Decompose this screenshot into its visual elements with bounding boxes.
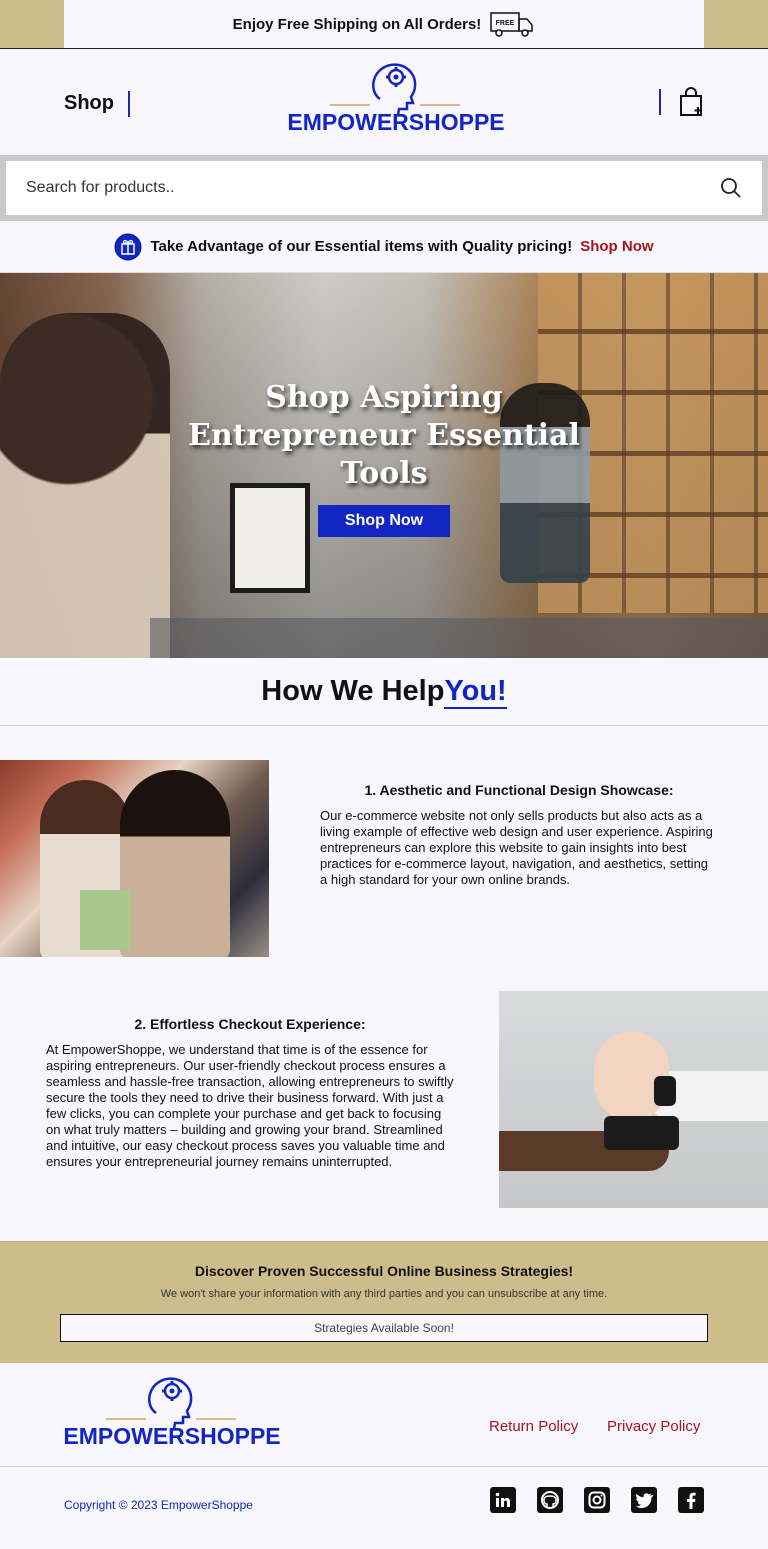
feature-2-card-terminal bbox=[604, 1116, 679, 1150]
how-we-help-title: How We HelpYou! bbox=[261, 675, 507, 709]
cart-divider bbox=[659, 89, 661, 115]
promo-shop-now-link[interactable]: Shop Now bbox=[580, 238, 653, 255]
instagram-icon[interactable] bbox=[584, 1487, 610, 1513]
head-gear-icon bbox=[372, 63, 417, 116]
search-input[interactable] bbox=[26, 179, 720, 197]
search-bar bbox=[0, 155, 768, 221]
search-icon[interactable] bbox=[720, 177, 742, 199]
newsletter-section: Discover Proven Successful Online Busine… bbox=[0, 1241, 768, 1363]
gift-icon bbox=[114, 233, 142, 260]
shop-nav-link[interactable]: Shop bbox=[64, 92, 114, 115]
feature-1-shopping-bag bbox=[80, 890, 130, 950]
hero-shop-now-button[interactable]: Shop Now bbox=[317, 505, 451, 537]
copyright-bar: Copyright © 2023 EmpowerShoppe bbox=[0, 1468, 768, 1549]
feature-1-image bbox=[0, 760, 269, 957]
how-we-help-title-accent: You! bbox=[444, 675, 507, 709]
return-policy-link[interactable]: Return Policy bbox=[489, 1418, 578, 1435]
site-footer: EMPOWERSHOPPE Return Policy Privacy Poli… bbox=[0, 1363, 768, 1467]
promo-text: Take Advantage of our Essential items wi… bbox=[150, 238, 573, 255]
announcement-inner: Enjoy Free Shipping on All Orders! FREE bbox=[64, 0, 704, 48]
feature-1-text: 1. Aesthetic and Functional Design Showc… bbox=[320, 782, 718, 888]
newsletter-subtitle: We won't share your information with any… bbox=[160, 1288, 608, 1300]
github-icon[interactable] bbox=[537, 1487, 563, 1513]
free-shipping-truck-icon: FREE bbox=[490, 12, 534, 37]
feature-2-text: 2. Effortless Checkout Experience: At Em… bbox=[46, 1016, 454, 1170]
feature-1-person-right bbox=[120, 770, 230, 957]
how-we-help-title-main: How We Help bbox=[261, 675, 445, 707]
head-gear-icon bbox=[148, 1377, 193, 1430]
announcement-bar: Enjoy Free Shipping on All Orders! FREE bbox=[0, 0, 768, 49]
feature-1-title: 1. Aesthetic and Functional Design Showc… bbox=[364, 782, 674, 798]
twitter-icon[interactable] bbox=[631, 1487, 657, 1513]
privacy-policy-link[interactable]: Privacy Policy bbox=[607, 1418, 700, 1435]
site-logo[interactable]: EMPOWERSHOPPE bbox=[288, 59, 504, 135]
feature-2-watch bbox=[654, 1076, 676, 1106]
feature-1-body: Our e-commerce website not only sells pr… bbox=[320, 808, 713, 887]
hero-table bbox=[150, 618, 768, 658]
shopping-bag-icon[interactable] bbox=[678, 87, 704, 117]
announcement-text: Enjoy Free Shipping on All Orders! bbox=[232, 15, 482, 33]
facebook-icon[interactable] bbox=[678, 1487, 704, 1513]
feature-2-body: At EmpowerShoppe, we understand that tim… bbox=[46, 1042, 454, 1169]
logo-text: EMPOWERSHOPPE bbox=[288, 109, 504, 135]
linkedin-icon[interactable] bbox=[490, 1487, 516, 1513]
footer-logo-text: EMPOWERSHOPPE bbox=[64, 1423, 280, 1449]
site-header: Shop EMPOWERSHOPPE bbox=[0, 49, 768, 155]
hero-banner: Shop Aspiring Entrepreneur Essential Too… bbox=[0, 273, 768, 658]
copyright-text: Copyright © 2023 EmpowerShoppe bbox=[64, 1498, 253, 1512]
how-we-help-header: How We HelpYou! bbox=[0, 658, 768, 726]
shop-divider bbox=[128, 91, 130, 117]
footer-logo[interactable]: EMPOWERSHOPPE bbox=[64, 1373, 280, 1449]
free-badge-text: FREE bbox=[496, 20, 515, 27]
newsletter-title: Discover Proven Successful Online Busine… bbox=[194, 1263, 574, 1279]
hero-content: Shop Aspiring Entrepreneur Essential Too… bbox=[0, 379, 768, 537]
promo-bar: Take Advantage of our Essential items wi… bbox=[0, 221, 768, 273]
hero-title: Shop Aspiring Entrepreneur Essential Too… bbox=[188, 380, 580, 491]
search-box bbox=[6, 161, 762, 215]
feature-2-image bbox=[499, 991, 768, 1208]
newsletter-status-box: Strategies Available Soon! bbox=[60, 1314, 708, 1342]
feature-2-title: 2. Effortless Checkout Experience: bbox=[134, 1016, 366, 1032]
